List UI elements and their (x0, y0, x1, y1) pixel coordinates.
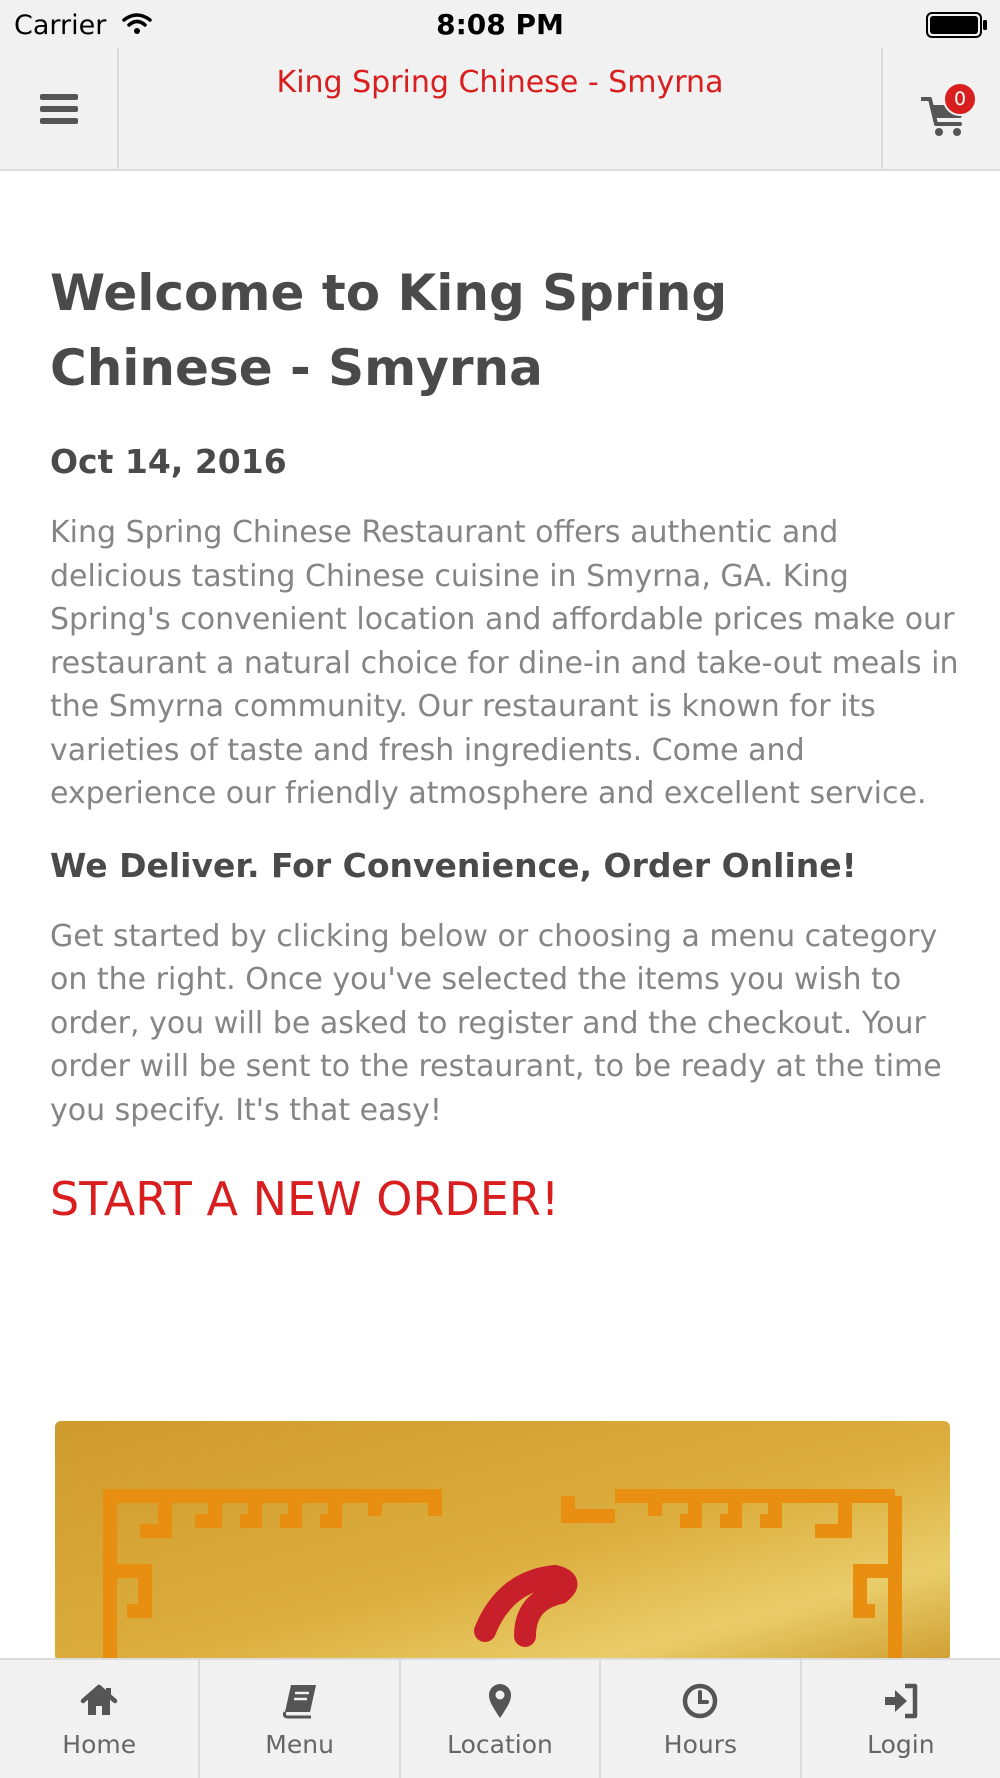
tab-login[interactable]: Login (802, 1660, 1000, 1778)
restaurant-banner-image (55, 1421, 950, 1661)
book-icon (282, 1685, 316, 1719)
status-time: 8:08 PM (436, 8, 564, 41)
status-bar: Carrier 8:08 PM (0, 0, 1000, 48)
tab-hours-label: Hours (663, 1730, 738, 1759)
intro-paragraph: King Spring Chinese Restaurant offers au… (50, 515, 959, 811)
page-title: Welcome to King Spring Chinese - Smyrna (50, 264, 728, 397)
banner-graphic (55, 1421, 950, 1661)
main-content: Welcome to King Spring Chinese - Smyrna … (50, 256, 960, 1226)
tab-home[interactable]: Home (0, 1660, 201, 1778)
battery-icon (926, 12, 987, 38)
home-icon (80, 1684, 118, 1715)
tab-location-label: Location (447, 1730, 553, 1759)
tab-home-label: Home (62, 1730, 137, 1759)
start-order-link[interactable]: START A NEW ORDER! (50, 1172, 960, 1226)
delivery-heading: We Deliver. For Convenience, Order Onlin… (50, 845, 857, 885)
post-date: Oct 14, 2016 (50, 442, 287, 481)
tab-menu-label: Menu (265, 1730, 334, 1759)
map-marker-icon (489, 1684, 512, 1718)
tab-login-label: Login (867, 1730, 935, 1759)
cart-button[interactable]: 0 (881, 48, 1000, 169)
instructions-paragraph: Get started by clicking below or choosin… (50, 918, 942, 1128)
tab-location[interactable]: Location (401, 1660, 602, 1778)
tab-hours[interactable]: Hours (601, 1660, 802, 1778)
cart-count-badge: 0 (943, 82, 977, 116)
hamburger-icon (39, 93, 78, 124)
nav-bar: King Spring Chinese - Smyrna 0 (0, 48, 1000, 171)
bottom-tab-bar: Home Menu Location Hours Login (0, 1658, 1000, 1778)
restaurant-title: King Spring Chinese - Smyrna (276, 65, 724, 100)
menu-button[interactable] (0, 48, 119, 169)
tab-menu[interactable]: Menu (200, 1660, 401, 1778)
clock-icon (683, 1683, 718, 1719)
sign-in-icon (884, 1683, 918, 1719)
